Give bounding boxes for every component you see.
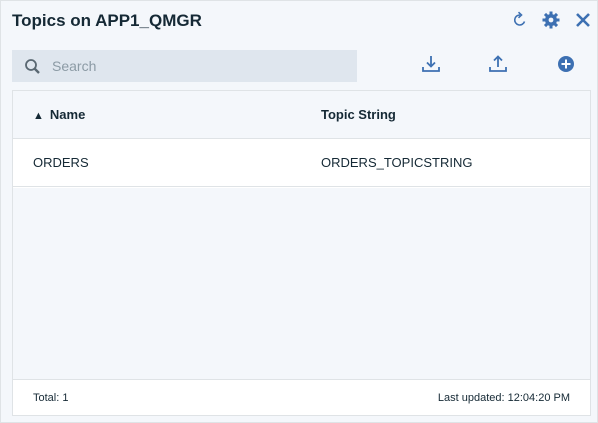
close-button[interactable] — [572, 9, 594, 31]
import-button[interactable] — [486, 54, 510, 78]
sort-ascending-icon: ▲ — [33, 110, 44, 122]
topics-table: ▲ Name Topic String ORDERS ORDERS_TOPICST… — [12, 90, 591, 416]
download-icon — [421, 54, 441, 79]
add-icon — [557, 55, 575, 78]
column-header-name[interactable]: ▲ Name — [33, 107, 85, 122]
gear-icon — [542, 11, 560, 29]
refresh-button[interactable] — [509, 9, 531, 31]
search-box — [12, 50, 357, 82]
last-updated: Last updated: 12:04:20 PM — [437, 392, 570, 404]
create-topic-button[interactable] — [554, 54, 578, 78]
column-header-name-label: Name — [49, 107, 86, 122]
settings-button[interactable] — [540, 9, 562, 31]
cell-topic-string: ORDERS_TOPICSTRING — [321, 155, 473, 170]
search-input[interactable] — [52, 50, 352, 82]
export-button[interactable] — [419, 54, 443, 78]
table-toolbar — [1, 49, 598, 83]
total-count: Total: 1 — [33, 392, 69, 404]
upload-icon — [488, 54, 508, 79]
panel-header: Topics on APP1_QMGR — [1, 1, 598, 41]
close-icon — [575, 12, 591, 28]
cell-name: ORDERS — [33, 155, 89, 170]
table-footer: Total: 1 Last updated: 12:04:20 PM — [13, 379, 590, 415]
column-header-topic-string[interactable]: Topic String — [321, 107, 396, 122]
topics-panel: Topics on APP1_QMGR Search ▲ Name Topic … — [0, 0, 598, 423]
refresh-icon — [512, 11, 528, 29]
panel-title: Topics on APP1_QMGR — [12, 11, 202, 30]
table-row[interactable]: ORDERS ORDERS_TOPICSTRING — [13, 139, 590, 187]
table-header: ▲ Name Topic String — [13, 91, 590, 139]
table-empty-area — [13, 188, 590, 379]
search-icon — [24, 58, 42, 81]
